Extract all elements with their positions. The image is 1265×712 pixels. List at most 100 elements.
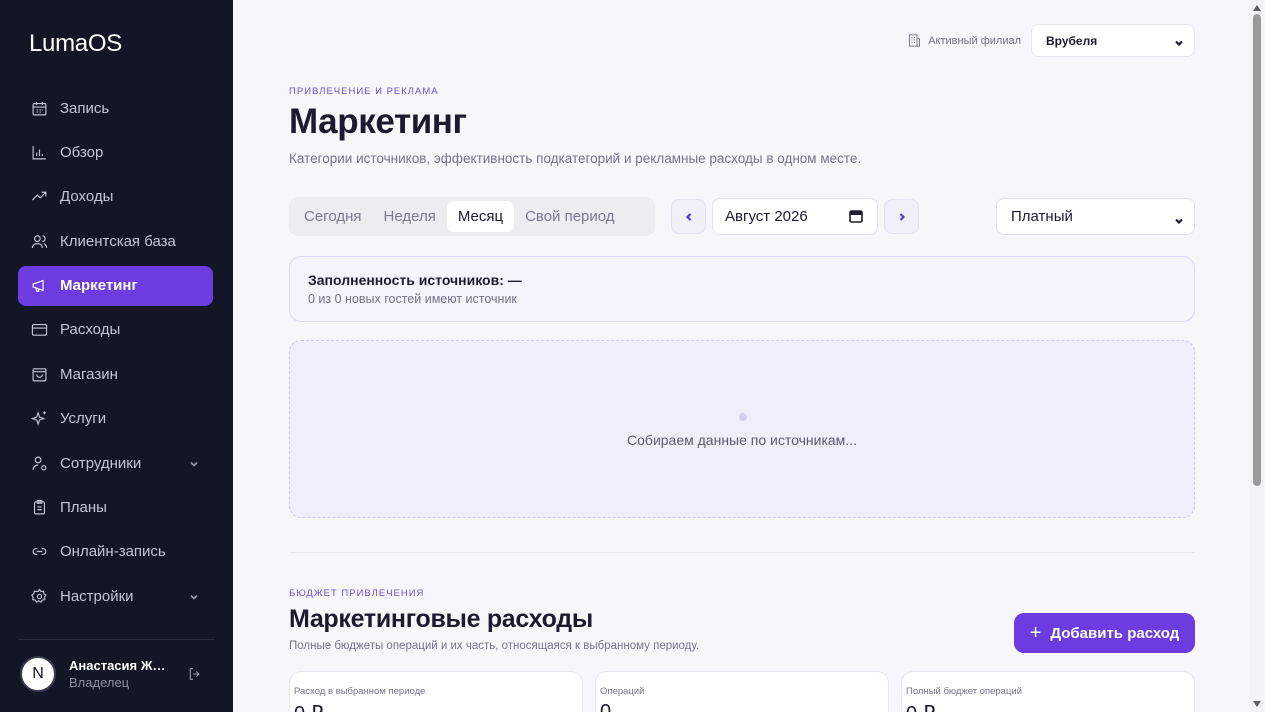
sidebar-item-dohody[interactable]: Доходы [18, 177, 213, 217]
sparkles-icon [30, 410, 48, 428]
user-profile[interactable]: N Анастасия Же... Владелец [20, 656, 215, 692]
tab-custom-period[interactable]: Свой период [514, 201, 625, 232]
chevron-down-icon [1174, 213, 1184, 225]
stat-value: 0 ₽ [906, 701, 1194, 712]
branch-label: Активный филиал [907, 33, 1021, 48]
add-expense-label: Добавить расход [1050, 624, 1180, 642]
add-expense-button[interactable]: + Добавить расход [1014, 613, 1195, 653]
calendar-icon [30, 99, 48, 117]
logout-icon[interactable] [187, 666, 203, 682]
megaphone-icon [30, 277, 48, 295]
source-fill-subtitle: 0 из 0 новых гостей имеют источник [308, 292, 517, 306]
plus-icon: + [1029, 622, 1042, 644]
section-divider [289, 552, 1195, 553]
type-filter-select[interactable]: Платный [996, 198, 1195, 235]
user-cog-icon [30, 454, 48, 472]
sidebar-item-services[interactable]: Услуги [18, 399, 213, 439]
sidebar-divider [18, 639, 215, 640]
period-tabs: Сегодня Неделя Месяц Свой период [289, 197, 655, 236]
sidebar-item-label: Настройки [60, 587, 134, 605]
sidebar-nav: Запись Обзор Доходы Клиентская база Марк… [18, 88, 213, 621]
bar-chart-icon [30, 143, 48, 161]
sidebar: LumaOS Запись Обзор Доходы Клиентская ба… [0, 0, 233, 712]
sources-loading-panel: Собираем данные по источникам... [289, 340, 1195, 518]
sidebar-item-settings[interactable]: Настройки [18, 576, 213, 616]
stat-label: Операций [600, 686, 645, 697]
sidebar-item-label: Онлайн-запись [60, 543, 166, 561]
sidebar-item-label: Расходы [60, 321, 121, 339]
sidebar-item-label: Клиентская база [60, 232, 176, 250]
branch-select[interactable]: Врубеля [1031, 24, 1195, 57]
chevron-down-icon[interactable] [189, 589, 199, 600]
sidebar-item-label: Доходы [60, 188, 114, 206]
page-title: Маркетинг [289, 102, 467, 141]
stat-value: 0 ₽ [294, 701, 582, 712]
sidebar-item-label: Сотрудники [60, 454, 142, 472]
stat-card-operations: Операций 0 [595, 671, 889, 712]
avatar[interactable]: N [20, 656, 56, 692]
source-fill-card: Заполненность источников: — 0 из 0 новых… [289, 256, 1195, 322]
sidebar-item-label: Обзор [60, 143, 104, 161]
source-fill-title: Заполненность источников: — [308, 272, 522, 288]
sidebar-item-rashody[interactable]: Расходы [18, 310, 213, 350]
sidebar-item-marketing[interactable]: Маркетинг [18, 265, 213, 306]
chevron-down-icon[interactable] [189, 456, 199, 467]
trending-up-icon [30, 188, 48, 206]
clipboard-icon [30, 499, 48, 517]
loading-text: Собираем данные по источникам... [627, 432, 857, 448]
stat-card-total-budget: Полный бюджет операций 0 ₽ [901, 671, 1195, 712]
sidebar-item-label: Планы [60, 499, 107, 517]
users-icon [30, 232, 48, 250]
scrollbar-thumb[interactable] [1253, 14, 1261, 486]
sidebar-item-label: Маркетинг [60, 277, 138, 295]
budget-eyebrow: Бюджет привлечения [289, 588, 425, 599]
sidebar-item-zapis[interactable]: Запись [18, 88, 213, 128]
building-icon [909, 34, 921, 47]
user-name: Анастасия Же... [69, 658, 169, 673]
budget-subtitle: Полные бюджеты операций и их часть, отно… [289, 640, 700, 652]
prev-period-button[interactable] [671, 199, 706, 234]
page-subtitle: Категории источников, эффективность подк… [289, 151, 862, 166]
month-input[interactable]: Август 2026 [712, 198, 878, 235]
stat-label: Расход в выбранном периоде [294, 686, 426, 697]
user-info: Анастасия Же... Владелец [69, 658, 169, 690]
gear-icon [30, 587, 48, 605]
branch-select-value: Врубеля [1046, 33, 1098, 48]
tab-today[interactable]: Сегодня [293, 201, 373, 232]
branch-selector: Активный филиал Врубеля [907, 24, 1195, 57]
page-scrollbar[interactable] [1249, 0, 1265, 712]
tab-month[interactable]: Месяц [446, 201, 515, 232]
main-content: Активный филиал Врубеля Привлечение и ре… [233, 0, 1249, 712]
page-eyebrow: Привлечение и реклама [289, 86, 439, 97]
sidebar-item-plans[interactable]: Планы [18, 488, 213, 528]
next-period-button[interactable] [884, 199, 919, 234]
tab-week[interactable]: Неделя [373, 201, 447, 232]
sidebar-item-shop[interactable]: Магазин [18, 354, 213, 394]
stat-value: 0 [600, 701, 612, 712]
stat-card-period-spend: Расход в выбранном периоде 0 ₽ [289, 671, 583, 712]
chevron-left-icon [685, 212, 691, 221]
sidebar-item-clients[interactable]: Клиентская база [18, 221, 213, 261]
sidebar-item-obzor[interactable]: Обзор [18, 132, 213, 172]
chevron-down-icon [1174, 37, 1184, 47]
scroll-down-icon[interactable] [1252, 699, 1262, 709]
shopping-bag-icon [30, 365, 48, 383]
budget-title: Маркетинговые расходы [289, 605, 593, 633]
sidebar-item-label: Запись [60, 99, 110, 117]
app-logo: LumaOS [29, 30, 122, 57]
sidebar-item-label: Услуги [60, 410, 107, 428]
branch-label-text: Активный филиал [928, 34, 1021, 47]
sidebar-item-online-booking[interactable]: Онлайн-запись [18, 532, 213, 572]
sidebar-item-staff[interactable]: Сотрудники [18, 443, 213, 483]
user-role: Владелец [69, 675, 130, 690]
chevron-right-icon [899, 212, 905, 221]
wallet-icon [30, 321, 48, 339]
calendar-icon[interactable] [849, 209, 863, 223]
type-filter-value: Платный [1011, 208, 1073, 225]
month-input-value: Август 2026 [725, 208, 808, 225]
scroll-up-icon[interactable] [1252, 3, 1262, 13]
loading-spinner [739, 413, 747, 421]
stat-label: Полный бюджет операций [906, 686, 1023, 697]
link-icon [30, 543, 48, 561]
sidebar-item-label: Магазин [60, 365, 118, 383]
